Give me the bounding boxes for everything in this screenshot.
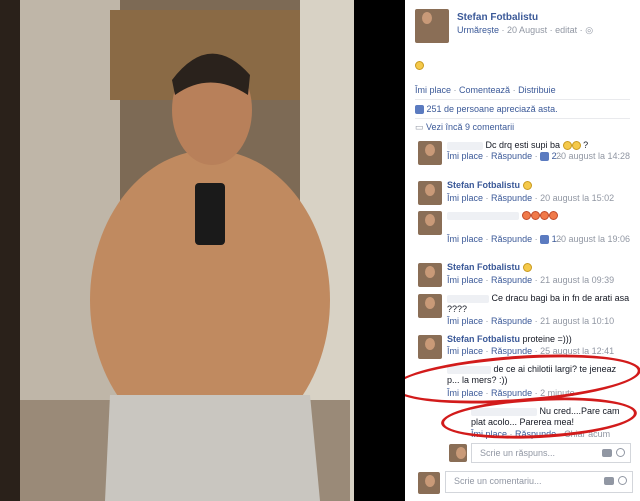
emoji-icon <box>530 211 540 221</box>
commenter-avatar[interactable] <box>418 211 442 235</box>
emoji-icon <box>539 211 549 221</box>
comment-item: Stefan Fotbalistu Îmi place · Răspunde ·… <box>405 260 640 288</box>
separator: · <box>579 25 583 35</box>
commenter-avatar[interactable] <box>418 335 442 359</box>
comment-bubble-icon: ▭ <box>415 122 424 132</box>
like-link[interactable]: Îmi place <box>447 316 483 326</box>
thumbs-up-icon <box>540 152 550 162</box>
comment-item: Stefan Fotbalistu Îmi place · Răspunde ·… <box>405 178 640 206</box>
comment-placeholder: Scrie un comentariu... <box>454 476 542 486</box>
comment-time[interactable]: 20 august la 19:06 <box>556 234 636 245</box>
commenter-avatar[interactable] <box>418 263 442 287</box>
separator: · <box>501 25 505 35</box>
comment-action[interactable]: Comentează <box>459 85 510 95</box>
blurred-name <box>447 211 519 220</box>
author-name[interactable]: Stefan Fotbalistu <box>457 12 538 23</box>
reply-link[interactable]: Răspunde <box>491 151 532 161</box>
comment-item: Dc drq esti supi ba ? Îmi place · Răspun… <box>405 138 640 176</box>
smiley-emoji-icon <box>415 61 424 71</box>
smiley-icon <box>562 141 572 151</box>
thumbs-up-icon <box>415 105 424 115</box>
post-photo[interactable] <box>0 0 354 501</box>
post-panel: Stefan Fotbalistu Urmărește · 20 August … <box>405 0 640 501</box>
emoji-icon <box>548 211 558 221</box>
emoji-icon <box>521 211 531 221</box>
comment-author[interactable]: Stefan Fotbalistu <box>447 180 520 190</box>
emoji-picker-icon[interactable] <box>616 448 625 457</box>
smiley-icon <box>571 141 581 151</box>
globe-icon: ◎ <box>585 25 594 35</box>
comment-author[interactable]: Stefan Fotbalistu <box>447 262 520 272</box>
comment-time[interactable]: 21 august la 10:10 <box>540 316 614 326</box>
comment-text: proteine =))) <box>522 334 572 344</box>
reply-placeholder: Scrie un răspuns... <box>480 448 556 458</box>
comment-item: Ce dracu bagi ba in fn de arati asa ????… <box>405 291 640 329</box>
separator: · <box>549 25 553 35</box>
comment-time[interactable]: 20 august la 14:28 <box>556 151 636 162</box>
reply-link[interactable]: Răspunde <box>491 275 532 285</box>
commenter-avatar[interactable] <box>418 141 442 165</box>
commenter-avatar[interactable] <box>418 294 442 318</box>
likes-count[interactable]: 251 de persoane apreciază asta. <box>427 104 558 114</box>
comment-time[interactable]: 20 august la 15:02 <box>540 193 614 203</box>
smiley-icon <box>522 181 532 191</box>
camera-icon[interactable] <box>604 477 614 485</box>
comment-time[interactable]: 21 august la 09:39 <box>540 275 614 285</box>
comment-author[interactable]: Stefan Fotbalistu <box>447 334 520 344</box>
comment-item: Îmi place · Răspunde · 1 · 20 august la … <box>405 208 640 258</box>
blurred-name <box>447 141 483 150</box>
like-link[interactable]: Îmi place <box>447 193 483 203</box>
reply-link[interactable]: Răspunde <box>491 234 532 244</box>
follow-button[interactable]: Urmărește <box>457 25 499 35</box>
like-link[interactable]: Îmi place <box>447 346 483 356</box>
view-more-comments[interactable]: Vezi încă 9 comentarii <box>426 122 514 132</box>
blurred-name <box>447 294 489 303</box>
thumbs-up-icon <box>540 235 550 245</box>
comment-text: Dc drq esti supi ba <box>485 140 561 150</box>
author-avatar[interactable] <box>415 9 449 43</box>
like-action[interactable]: Îmi place <box>415 85 451 95</box>
post-date[interactable]: 20 August <box>507 25 547 35</box>
selfie-illustration <box>0 0 354 501</box>
user-avatar <box>418 472 440 494</box>
camera-icon[interactable] <box>602 449 612 457</box>
smiley-icon <box>522 263 532 273</box>
reply-link[interactable]: Răspunde <box>491 193 532 203</box>
reply-link[interactable]: Răspunde <box>491 316 532 326</box>
edited-label[interactable]: editat <box>555 25 577 35</box>
like-link[interactable]: Îmi place <box>447 275 483 285</box>
emoji-picker-icon[interactable] <box>618 476 627 485</box>
share-action[interactable]: Distribuie <box>518 85 556 95</box>
comment-input[interactable]: Scrie un comentariu... <box>445 471 633 493</box>
reply-input[interactable]: Scrie un răspuns... <box>471 443 631 463</box>
like-link[interactable]: Îmi place <box>447 234 483 244</box>
commenter-avatar[interactable] <box>418 181 442 205</box>
user-avatar <box>449 444 467 462</box>
like-link[interactable]: Îmi place <box>447 151 483 161</box>
